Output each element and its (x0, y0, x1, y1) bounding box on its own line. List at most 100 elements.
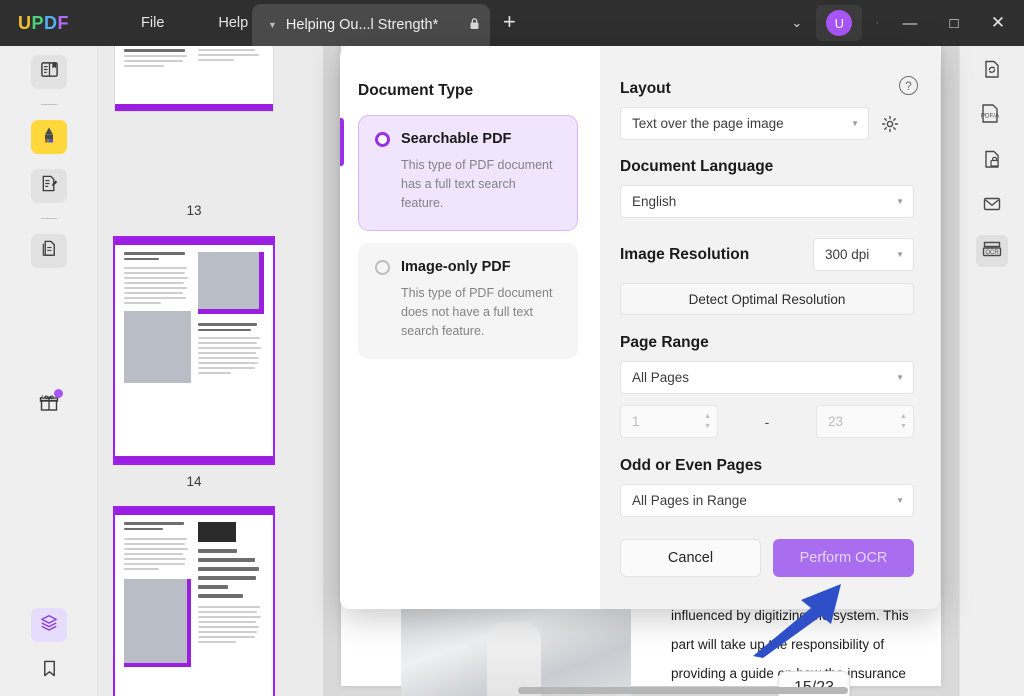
page-range-to-input[interactable]: 23 ▲▼ (816, 405, 914, 438)
stepper-from[interactable]: ▲▼ (704, 414, 711, 430)
tool-protect[interactable] (976, 145, 1008, 177)
chevron-down-icon-page-range: ▼ (896, 373, 904, 382)
separator-dot: · (866, 17, 888, 29)
avatar[interactable]: U (816, 5, 862, 41)
resolution-select[interactable]: 300 dpi ▼ (813, 238, 914, 271)
logo-letter-u: U (18, 13, 32, 34)
logo-letter-p: P (32, 13, 45, 34)
page-range-from-input[interactable]: 1 ▲▼ (620, 405, 718, 438)
stepper-up-icon-to[interactable]: ▲ (900, 414, 907, 420)
ocr-dialog: Document Type Searchable PDF This type o… (340, 46, 940, 609)
gift-badge-dot (54, 389, 63, 398)
sidebar-item-gift[interactable] (31, 388, 67, 422)
sidebar-item-layers[interactable] (31, 608, 67, 642)
help-icon[interactable]: ? (899, 76, 918, 95)
ocr-settings-panel: ? Layout Text over the page image ▼ Docu… (600, 46, 940, 609)
language-value: English (632, 194, 676, 209)
left-toolbar (0, 46, 98, 696)
page-organize-icon (40, 239, 59, 263)
cancel-button[interactable]: Cancel (620, 539, 761, 577)
selection-indicator-strip (340, 118, 344, 166)
lock-icon (469, 17, 480, 33)
stepper-down-icon-to[interactable]: ▼ (900, 424, 907, 430)
stepper-up-icon[interactable]: ▲ (704, 414, 711, 420)
title-bar: U P D F File Help ▼ Helping Ou...l Stren… (0, 0, 1024, 46)
gear-icon[interactable] (880, 114, 900, 134)
menu-file[interactable]: File (127, 9, 178, 37)
rail-divider-1 (41, 104, 57, 105)
document-type-panel: Document Type Searchable PDF This type o… (340, 46, 600, 609)
sidebar-item-edit-pdf[interactable] (31, 169, 67, 203)
detect-optimal-resolution-button[interactable]: Detect Optimal Resolution (620, 283, 914, 315)
tool-pdfa[interactable]: PDF/A (976, 100, 1008, 132)
close-button[interactable]: ✕ (976, 0, 1020, 46)
document-tab[interactable]: ▼ Helping Ou...l Strength* (252, 4, 490, 46)
logo-letter-d: D (44, 13, 58, 34)
chevron-down-icon-odd-even: ▼ (896, 496, 904, 505)
layout-label: Layout (620, 80, 914, 98)
chevron-down-icon-menu[interactable]: ⌄ (777, 15, 816, 31)
odd-even-label: Odd or Even Pages (620, 457, 914, 475)
edit-document-icon (40, 174, 59, 198)
page-range-from-value: 1 (632, 414, 640, 429)
resolution-label: Image Resolution (620, 246, 749, 264)
highlighter-icon (39, 125, 59, 150)
radio-image-only-pdf[interactable] (375, 260, 390, 275)
ocr-icon: OCR (980, 238, 1004, 265)
option-searchable-header: Searchable PDF (375, 131, 561, 147)
document-line-2: part will take up the responsibility of (671, 630, 941, 659)
language-select[interactable]: English ▼ (620, 185, 914, 218)
chevron-down-icon-language: ▼ (896, 197, 904, 206)
perform-ocr-button[interactable]: Perform OCR (773, 539, 914, 577)
page-range-to-value: 23 (828, 414, 843, 429)
stepper-to[interactable]: ▲▼ (900, 414, 907, 430)
maximize-button[interactable]: □ (932, 0, 976, 46)
tool-email[interactable] (976, 190, 1008, 222)
thumbnail-pane[interactable]: 13 (98, 46, 323, 696)
option-image-only-header: Image-only PDF (375, 259, 561, 275)
option-searchable-pdf[interactable]: Searchable PDF This type of PDF document… (358, 115, 578, 231)
bookmark-icon (41, 659, 58, 683)
layout-value: Text over the page image (632, 116, 784, 131)
horizontal-scrollbar[interactable] (518, 687, 848, 694)
page-range-label: Page Range (620, 334, 914, 352)
odd-even-value: All Pages in Range (632, 493, 747, 508)
option-image-only-pdf[interactable]: Image-only PDF This type of PDF document… (358, 243, 578, 359)
option-searchable-desc: This type of PDF document has a full tex… (375, 156, 561, 213)
document-type-title: Document Type (358, 82, 600, 100)
thumbnail-page-14[interactable] (115, 238, 273, 463)
dialog-actions: Cancel Perform OCR (620, 539, 914, 577)
convert-page-icon (981, 58, 1003, 85)
svg-text:PDF/A: PDF/A (981, 112, 1000, 119)
chevron-down-icon[interactable]: ▼ (268, 20, 277, 30)
sidebar-item-organize-pages[interactable] (31, 234, 67, 268)
sidebar-item-reader[interactable] (31, 55, 67, 89)
envelope-icon (981, 194, 1003, 219)
page-range-select[interactable]: All Pages ▼ (620, 361, 914, 394)
gift-icon (38, 392, 60, 419)
svg-text:OCR: OCR (985, 249, 999, 255)
thumbnail-label-13: 13 (115, 203, 273, 218)
language-label: Document Language (620, 158, 914, 176)
radio-searchable-pdf[interactable] (375, 132, 390, 147)
logo-letter-f: F (58, 13, 70, 34)
updf-window: U P D F File Help ▼ Helping Ou...l Stren… (0, 0, 1024, 696)
thumbnail-page-15[interactable] (115, 508, 273, 696)
rail-divider-2 (41, 218, 57, 219)
sidebar-item-bookmark[interactable] (31, 654, 67, 688)
sidebar-item-annotate[interactable] (31, 120, 67, 154)
tool-ocr[interactable]: OCR (976, 235, 1008, 267)
option-image-only-desc: This type of PDF document does not have … (375, 284, 561, 341)
odd-even-select[interactable]: All Pages in Range ▼ (620, 484, 914, 517)
updf-logo: U P D F (18, 13, 69, 34)
new-tab-button[interactable]: + (503, 12, 516, 32)
chevron-down-icon-layout: ▼ (851, 119, 859, 128)
layout-select[interactable]: Text over the page image ▼ (620, 107, 869, 140)
tool-convert-pdf[interactable] (976, 55, 1008, 87)
stepper-down-icon[interactable]: ▼ (704, 424, 711, 430)
option-image-only-label: Image-only PDF (401, 259, 511, 275)
page-range-value: All Pages (632, 370, 689, 385)
thumbnail-page-13[interactable] (115, 46, 273, 111)
minimize-button[interactable]: — (888, 0, 932, 46)
avatar-letter: U (826, 10, 852, 36)
